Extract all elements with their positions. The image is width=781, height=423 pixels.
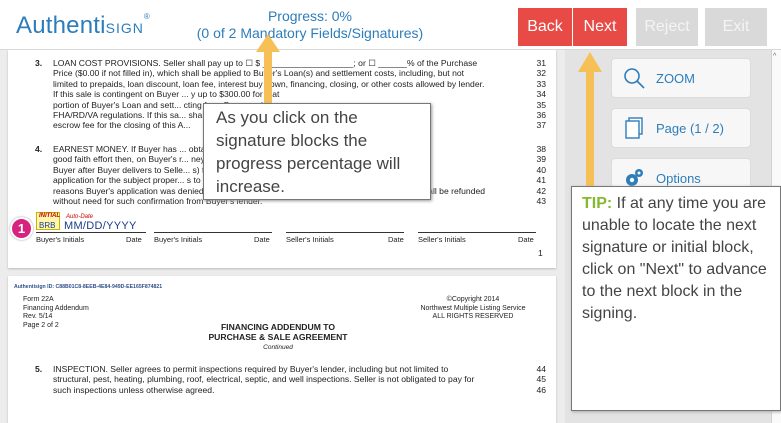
tooltip-arrow-next [578, 52, 602, 188]
tooltip-arrow-progress [256, 34, 280, 106]
line-numbers-section-3: 31 32 33 34 35 36 37 [530, 58, 546, 131]
progress-tooltip: As you click on the signature blocks the… [203, 103, 431, 200]
line-number: 32 [536, 68, 546, 79]
document-id: Authentisign ID: C88B01C8-8EEB-4E84-949D… [14, 284, 163, 290]
line-number: 34 [536, 89, 546, 100]
tip-callout: TIP: If at any time you are unable to lo… [571, 186, 781, 411]
signature-label: Seller's Initials [286, 235, 334, 244]
title-line: PURCHASE & SALE AGREEMENT [208, 332, 348, 343]
section-4-number: 4. [35, 144, 43, 154]
form-line: Form 22A [23, 296, 54, 303]
search-icon [622, 67, 646, 89]
date-field[interactable]: MM/DD/YYYY [64, 220, 137, 232]
copyright-info: ©Copyright 2014 Northwest Multiple Listi… [398, 296, 548, 322]
line-number: 33 [536, 78, 546, 89]
line-number: 44 [536, 364, 546, 374]
text-line: INSPECTION. Seller agrees to permit insp… [53, 364, 449, 374]
reject-button[interactable]: Reject [636, 8, 698, 46]
title-line: FINANCING ADDENDUM TO [220, 322, 336, 332]
logo-text: Authenti [16, 12, 106, 39]
signature-line [286, 232, 404, 233]
text-line: LOAN COST PROVISIONS. Seller shall pay u… [53, 58, 478, 68]
top-bar: AuthentiSIGN® Progress: 0% (0 of 2 Manda… [0, 0, 781, 50]
authentisign-logo: AuthentiSIGN® [16, 12, 150, 40]
text-line: structural, pest, heating, plumbing, roo… [53, 374, 475, 385]
initial-tag: INITIAL [39, 213, 60, 219]
back-button[interactable]: Back [518, 8, 572, 46]
line-number: 38 [536, 144, 546, 154]
line-number: 45 [536, 374, 546, 385]
initial-block[interactable]: INITIAL BRB [36, 212, 60, 230]
progress-percent: Progress: 0% [267, 8, 353, 24]
line-number: 43 [536, 196, 546, 207]
signature-label: Date [126, 235, 142, 244]
form-line: Financing Addendum [23, 304, 89, 312]
tip-label: TIP: [582, 195, 613, 212]
line-numbers-section-4: 38 39 40 41 42 43 [530, 144, 546, 206]
tip-text: If at any time you are unable to locate … [582, 195, 767, 322]
line-number: 35 [536, 99, 546, 110]
text-line: If this sale is contingent on Buyer ... … [53, 89, 280, 100]
signature-label: Date [518, 235, 534, 244]
section-5-number: 5. [35, 364, 43, 374]
line-number: 42 [536, 185, 546, 196]
line-numbers-section-5: 44 45 46 [530, 364, 546, 395]
signature-line [418, 232, 536, 233]
line-number: 39 [536, 154, 546, 165]
page-icon [622, 117, 646, 139]
form-info: Form 22A Financing Addendum Rev. 5/14 Pa… [23, 296, 89, 330]
line-number: 41 [536, 175, 546, 186]
addendum-title: FINANCING ADDENDUM TO PURCHASE & SALE AG… [178, 322, 378, 353]
title-subtitle: Continued [263, 343, 293, 351]
logo-trademark: ® [143, 12, 151, 21]
section-3-number: 3. [35, 58, 43, 68]
text-line: limited to prepaids, loan discount, loan… [53, 78, 485, 89]
line-number: 36 [536, 110, 546, 121]
zoom-label: ZOOM [656, 70, 695, 86]
page-label: Page (1 / 2) [656, 120, 724, 136]
signature-line [154, 232, 272, 233]
line-number: 46 [536, 384, 546, 395]
scroll-up-icon[interactable]: ^ [773, 53, 776, 60]
line-number: 37 [536, 120, 546, 131]
next-button[interactable]: Next [573, 8, 627, 46]
signature-line [36, 232, 146, 233]
copyright-line: Northwest Multiple Listing Service [420, 304, 526, 312]
copyright-line: ALL RIGHTS RESERVED [432, 313, 514, 320]
document-page-2: Authentisign ID: C88B01C8-8EEB-4E84-949D… [8, 276, 556, 423]
signature-label: Seller's Initials [418, 235, 466, 244]
options-label: Options [656, 170, 701, 186]
logo-sign-text: SIGN [105, 20, 144, 36]
exit-button[interactable]: Exit [705, 8, 767, 46]
progress-count: (0 of 2 Mandatory Fields/Signatures) [196, 25, 424, 41]
section-5-text: INSPECTION. Seller agrees to permit insp… [53, 364, 523, 395]
zoom-button[interactable]: ZOOM [611, 58, 751, 98]
progress-indicator: Progress: 0% (0 of 2 Mandatory Fields/Si… [190, 8, 430, 42]
line-number: 31 [536, 58, 546, 68]
text-line: such inspections unless otherwise agreed… [53, 384, 215, 395]
form-line: Rev. 5/14 [23, 313, 53, 320]
signature-row: INITIAL BRB Auto-Date MM/DD/YYYY Buyer's… [36, 212, 536, 244]
page-number: 1 [538, 248, 543, 258]
signature-label: Date [254, 235, 270, 244]
text-line: Price ($0.00 if not filled in), which sh… [53, 68, 465, 79]
copyright-line: ©Copyright 2014 [446, 296, 500, 303]
line-number: 40 [536, 164, 546, 175]
page-button[interactable]: Page (1 / 2) [611, 108, 751, 148]
step-marker: 1 [10, 217, 33, 240]
signature-label: Buyer's Initials [36, 235, 85, 244]
form-line: Page 2 of 2 [23, 321, 59, 329]
initial-value: BRB [39, 221, 56, 230]
signature-label: Date [388, 235, 404, 244]
signature-label: Buyer's Initials [154, 235, 203, 244]
